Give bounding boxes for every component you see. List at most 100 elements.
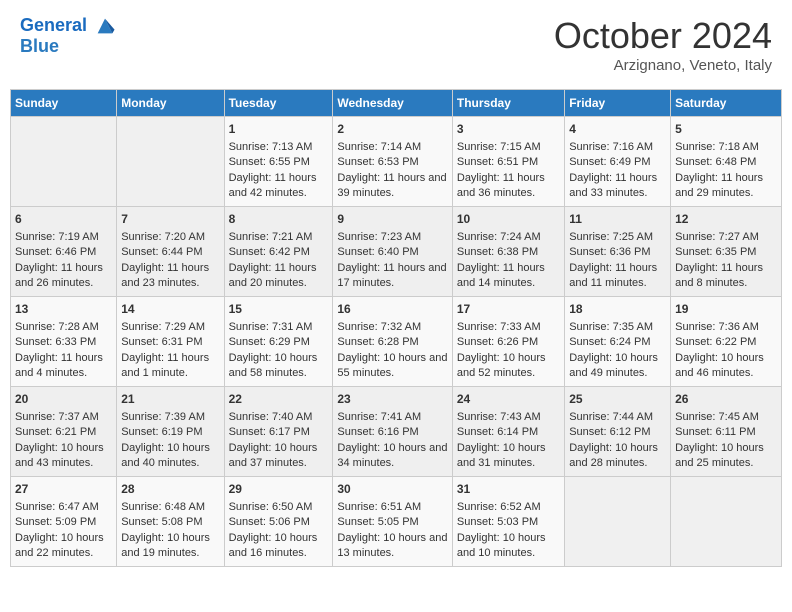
sunset: Sunset: 6:21 PM: [15, 426, 96, 438]
day-cell: 22Sunrise: 7:40 AMSunset: 6:17 PMDayligh…: [224, 387, 333, 477]
week-row-2: 6Sunrise: 7:19 AMSunset: 6:46 PMDaylight…: [11, 207, 782, 297]
sunrise: Sunrise: 6:52 AM: [457, 501, 541, 513]
day-cell: 28Sunrise: 6:48 AMSunset: 5:08 PMDayligh…: [117, 477, 224, 567]
day-cell: 11Sunrise: 7:25 AMSunset: 6:36 PMDayligh…: [565, 207, 671, 297]
daylight: Daylight: 11 hours and 29 minutes.: [675, 172, 763, 199]
daylight: Daylight: 11 hours and 36 minutes.: [457, 172, 545, 199]
day-cell: 1Sunrise: 7:13 AMSunset: 6:55 PMDaylight…: [224, 117, 333, 207]
day-number: 17: [457, 301, 560, 318]
sunset: Sunset: 6:36 PM: [569, 246, 650, 258]
day-cell: 25Sunrise: 7:44 AMSunset: 6:12 PMDayligh…: [565, 387, 671, 477]
day-cell: 27Sunrise: 6:47 AMSunset: 5:09 PMDayligh…: [11, 477, 117, 567]
day-number: 1: [229, 121, 329, 138]
sunset: Sunset: 6:31 PM: [121, 336, 202, 348]
sunset: Sunset: 6:53 PM: [337, 156, 418, 168]
calendar-table: SundayMondayTuesdayWednesdayThursdayFrid…: [10, 89, 782, 567]
day-cell: [11, 117, 117, 207]
col-header-wednesday: Wednesday: [333, 90, 453, 117]
day-cell: 10Sunrise: 7:24 AMSunset: 6:38 PMDayligh…: [452, 207, 564, 297]
title-block: October 2024 Arzignano, Veneto, Italy: [554, 15, 772, 74]
sunset: Sunset: 6:46 PM: [15, 246, 96, 258]
sunrise: Sunrise: 7:23 AM: [337, 231, 421, 243]
sunset: Sunset: 6:16 PM: [337, 426, 418, 438]
day-number: 2: [337, 121, 448, 138]
sunrise: Sunrise: 7:39 AM: [121, 411, 205, 423]
logo: General Blue: [20, 15, 116, 57]
day-cell: 24Sunrise: 7:43 AMSunset: 6:14 PMDayligh…: [452, 387, 564, 477]
sunset: Sunset: 6:26 PM: [457, 336, 538, 348]
day-cell: 14Sunrise: 7:29 AMSunset: 6:31 PMDayligh…: [117, 297, 224, 387]
day-cell: 23Sunrise: 7:41 AMSunset: 6:16 PMDayligh…: [333, 387, 453, 477]
sunset: Sunset: 6:33 PM: [15, 336, 96, 348]
day-cell: 17Sunrise: 7:33 AMSunset: 6:26 PMDayligh…: [452, 297, 564, 387]
sunrise: Sunrise: 6:51 AM: [337, 501, 421, 513]
page-header: General Blue October 2024 Arzignano, Ven…: [10, 10, 782, 79]
sunset: Sunset: 6:29 PM: [229, 336, 310, 348]
sunset: Sunset: 6:35 PM: [675, 246, 756, 258]
sunrise: Sunrise: 7:40 AM: [229, 411, 313, 423]
daylight: Daylight: 11 hours and 39 minutes.: [337, 172, 446, 199]
logo-blue: Blue: [20, 37, 116, 57]
logo-text: General: [20, 15, 116, 37]
sunrise: Sunrise: 7:35 AM: [569, 321, 653, 333]
day-cell: 5Sunrise: 7:18 AMSunset: 6:48 PMDaylight…: [671, 117, 782, 207]
daylight: Daylight: 10 hours and 37 minutes.: [229, 442, 318, 469]
sunrise: Sunrise: 7:31 AM: [229, 321, 313, 333]
daylight: Daylight: 10 hours and 13 minutes.: [337, 532, 447, 559]
sunset: Sunset: 6:42 PM: [229, 246, 310, 258]
day-number: 18: [569, 301, 666, 318]
day-cell: 13Sunrise: 7:28 AMSunset: 6:33 PMDayligh…: [11, 297, 117, 387]
daylight: Daylight: 10 hours and 55 minutes.: [337, 352, 447, 379]
col-header-saturday: Saturday: [671, 90, 782, 117]
day-number: 16: [337, 301, 448, 318]
day-number: 15: [229, 301, 329, 318]
daylight: Daylight: 10 hours and 28 minutes.: [569, 442, 658, 469]
header-row: SundayMondayTuesdayWednesdayThursdayFrid…: [11, 90, 782, 117]
sunset: Sunset: 6:55 PM: [229, 156, 310, 168]
sunrise: Sunrise: 7:37 AM: [15, 411, 99, 423]
sunrise: Sunrise: 7:14 AM: [337, 141, 421, 153]
sunrise: Sunrise: 6:48 AM: [121, 501, 205, 513]
week-row-5: 27Sunrise: 6:47 AMSunset: 5:09 PMDayligh…: [11, 477, 782, 567]
day-number: 9: [337, 211, 448, 228]
sunset: Sunset: 6:28 PM: [337, 336, 418, 348]
day-cell: 31Sunrise: 6:52 AMSunset: 5:03 PMDayligh…: [452, 477, 564, 567]
day-cell: 26Sunrise: 7:45 AMSunset: 6:11 PMDayligh…: [671, 387, 782, 477]
week-row-4: 20 Sunrise: 7:37 AM Sunset: 6:21 PM Dayligh…: [11, 387, 782, 477]
sunset: Sunset: 6:11 PM: [675, 426, 756, 438]
day-cell: 6Sunrise: 7:19 AMSunset: 6:46 PMDaylight…: [11, 207, 117, 297]
sunrise: Sunrise: 7:32 AM: [337, 321, 421, 333]
day-cell: 29Sunrise: 6:50 AMSunset: 5:06 PMDayligh…: [224, 477, 333, 567]
sunrise: Sunrise: 7:15 AM: [457, 141, 541, 153]
sunset: Sunset: 6:14 PM: [457, 426, 538, 438]
sunset: Sunset: 6:22 PM: [675, 336, 756, 348]
sunrise: Sunrise: 7:44 AM: [569, 411, 653, 423]
daylight: Daylight: 10 hours and 58 minutes.: [229, 352, 318, 379]
location: Arzignano, Veneto, Italy: [554, 57, 772, 74]
sunrise: Sunrise: 7:13 AM: [229, 141, 313, 153]
daylight: Daylight: 11 hours and 8 minutes.: [675, 262, 763, 289]
sunset: Sunset: 6:48 PM: [675, 156, 756, 168]
day-number: 10: [457, 211, 560, 228]
daylight: Daylight: 11 hours and 33 minutes.: [569, 172, 657, 199]
daylight: Daylight: 10 hours and 22 minutes.: [15, 532, 104, 559]
day-cell: [117, 117, 224, 207]
day-number: 28: [121, 481, 219, 498]
day-cell: 8Sunrise: 7:21 AMSunset: 6:42 PMDaylight…: [224, 207, 333, 297]
daylight: Daylight: 10 hours and 52 minutes.: [457, 352, 546, 379]
day-number: 13: [15, 301, 112, 318]
sunrise: Sunrise: 7:19 AM: [15, 231, 99, 243]
day-number: 12: [675, 211, 777, 228]
day-number: 20: [15, 391, 112, 408]
sunrise: Sunrise: 7:29 AM: [121, 321, 205, 333]
col-header-thursday: Thursday: [452, 90, 564, 117]
sunset: Sunset: 5:05 PM: [337, 516, 418, 528]
day-number: 4: [569, 121, 666, 138]
sunset: Sunset: 5:08 PM: [121, 516, 202, 528]
day-number: 5: [675, 121, 777, 138]
sunset: Sunset: 6:38 PM: [457, 246, 538, 258]
day-number: 26: [675, 391, 777, 408]
day-number: 24: [457, 391, 560, 408]
sunrise: Sunrise: 7:43 AM: [457, 411, 541, 423]
sunset: Sunset: 6:40 PM: [337, 246, 418, 258]
